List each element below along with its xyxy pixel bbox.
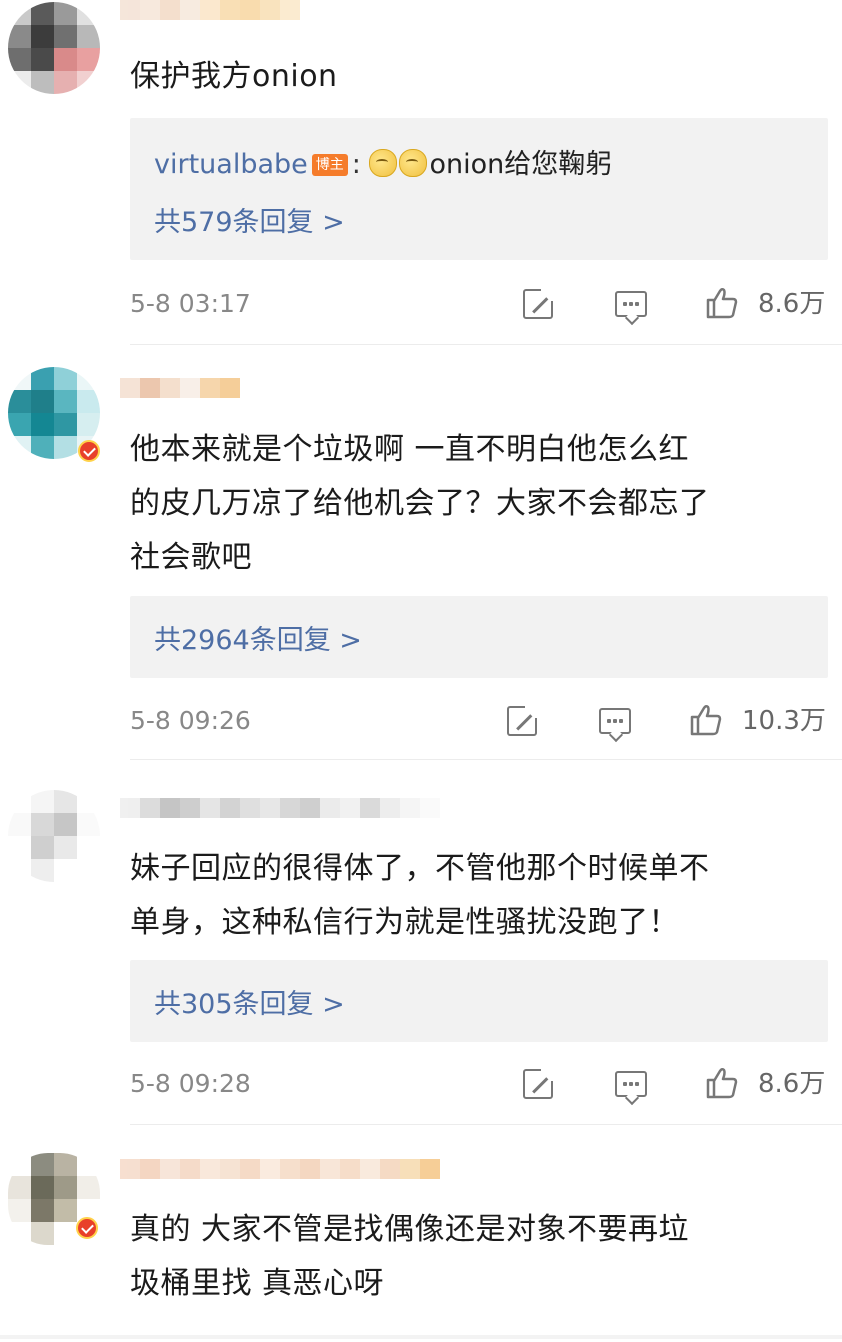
reply-preview-box[interactable]: virtualbabe 博主: onion给您鞠躬 共579条回复 > <box>130 118 828 260</box>
username-blurred[interactable] <box>120 798 440 838</box>
face-emoji-icon <box>369 149 398 177</box>
comment-time: 5-8 03:17 <box>130 289 251 318</box>
like-count: 8.6万 <box>758 1069 826 1099</box>
reply-count-link[interactable]: 共2964条回复 > <box>154 618 362 657</box>
comment-meta: 5-8 09:26 10.3万 <box>130 701 830 741</box>
reply-preview-box[interactable]: 共2964条回复 > <box>130 596 828 678</box>
comment-text-line: 的皮几万凉了给他机会了？大家不会都忘了 <box>130 486 710 521</box>
comment-meta: 5-8 03:17 8.6万 <box>130 284 830 324</box>
comment-text-line: 保护我方onion <box>130 59 338 94</box>
comment-time: 5-8 09:28 <box>130 1069 251 1098</box>
comment-time: 5-8 09:26 <box>130 706 251 735</box>
face-emoji-icon <box>399 149 428 177</box>
share-icon[interactable] <box>507 704 539 736</box>
bottom-edge <box>0 1335 842 1339</box>
comment-item: 妹子回应的很得体了，不管他那个时候单不 单身，这种私信行为就是性骚扰没跑了！ 共… <box>0 760 842 1125</box>
comment-text-line: 真的 大家不管是找偶像还是对象不要再垃 <box>130 1212 690 1247</box>
thumbs-up-icon[interactable] <box>689 703 723 737</box>
comment-text: 保护我方onion <box>130 50 830 104</box>
username-blurred[interactable] <box>120 1159 440 1199</box>
comment-icon[interactable] <box>599 708 631 734</box>
username-blurred[interactable] <box>120 0 300 40</box>
comment-item: 真的 大家不管是找偶像还是对象不要再垃 圾桶里找 真恶心呀 <box>0 1125 842 1342</box>
verified-badge-icon <box>76 1217 98 1239</box>
verified-badge-icon <box>78 440 100 462</box>
thumbs-up-icon[interactable] <box>705 1066 739 1100</box>
comment-text: 他本来就是个垃圾啊 一直不明白他怎么红 的皮几万凉了给他机会了？大家不会都忘了 … <box>130 423 830 585</box>
avatar[interactable] <box>8 2 100 94</box>
share-icon[interactable] <box>523 287 555 319</box>
like-count: 10.3万 <box>742 706 826 736</box>
comment-icon[interactable] <box>615 291 647 317</box>
comment-text: 妹子回应的很得体了，不管他那个时候单不 单身，这种私信行为就是性骚扰没跑了！ <box>130 842 830 950</box>
comment-item: 他本来就是个垃圾啊 一直不明白他怎么红 的皮几万凉了给他机会了？大家不会都忘了 … <box>0 345 842 760</box>
reply-preview: virtualbabe 博主: onion给您鞠躬 <box>154 142 612 181</box>
like-count: 8.6万 <box>758 289 826 319</box>
username-blurred[interactable] <box>120 378 240 418</box>
comment-meta: 5-8 09:28 8.6万 <box>130 1064 830 1104</box>
comment-text-line: 他本来就是个垃圾啊 一直不明白他怎么红 <box>130 432 690 467</box>
comment-text-line: 社会歌吧 <box>130 540 252 575</box>
comment-text-line: 圾桶里找 真恶心呀 <box>130 1266 385 1301</box>
reply-text: onion给您鞠躬 <box>429 149 613 180</box>
reply-colon: : <box>351 149 361 180</box>
comment-text: 真的 大家不管是找偶像还是对象不要再垃 圾桶里找 真恶心呀 <box>130 1203 830 1311</box>
thumbs-up-icon[interactable] <box>705 286 739 320</box>
reply-author-link[interactable]: virtualbabe <box>154 149 308 180</box>
author-badge: 博主 <box>311 154 348 176</box>
share-icon[interactable] <box>523 1067 555 1099</box>
avatar[interactable] <box>8 790 100 882</box>
comment-text-line: 妹子回应的很得体了，不管他那个时候单不 <box>130 851 710 886</box>
comment-item: 保护我方onion virtualbabe 博主: onion给您鞠躬 共579条… <box>0 0 842 345</box>
comment-icon[interactable] <box>615 1071 647 1097</box>
comment-text-line: 单身，这种私信行为就是性骚扰没跑了！ <box>130 905 679 940</box>
reply-count-link[interactable]: 共305条回复 > <box>154 982 345 1021</box>
reply-count-link[interactable]: 共579条回复 > <box>154 200 345 239</box>
reply-preview-box[interactable]: 共305条回复 > <box>130 960 828 1042</box>
